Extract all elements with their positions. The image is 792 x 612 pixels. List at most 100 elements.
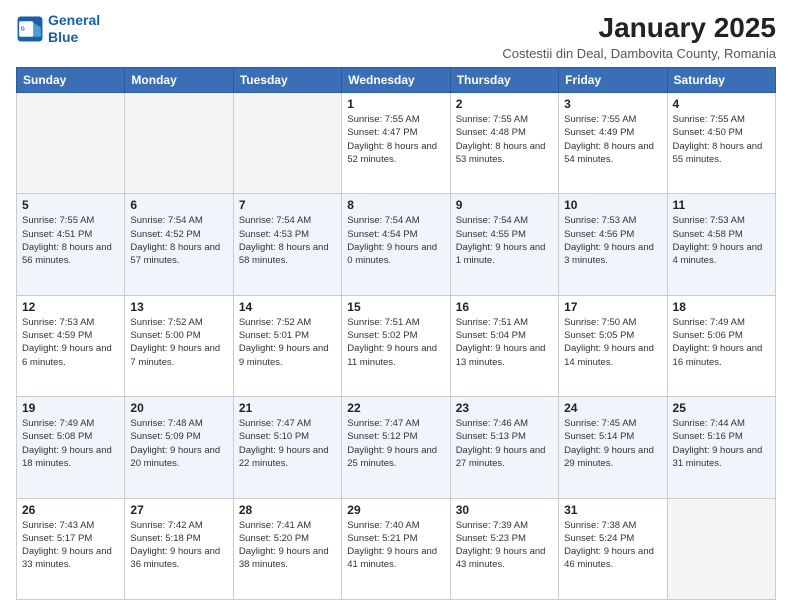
calendar-cell: 12 Sunrise: 7:53 AM Sunset: 4:59 PM Dayli… [17,295,125,396]
header: G General Blue January 2025 Costestii di… [16,12,776,61]
day-number: 18 [673,300,770,314]
day-info: Sunrise: 7:51 AM Sunset: 5:02 PM Dayligh… [347,316,444,369]
day-number: 8 [347,198,444,212]
day-info: Sunrise: 7:55 AM Sunset: 4:49 PM Dayligh… [564,113,661,166]
day-number: 14 [239,300,336,314]
calendar-cell: 14Sunrise: 7:52 AM Sunset: 5:01 PM Dayli… [233,295,341,396]
day-number: 1 [347,97,444,111]
logo-text: General Blue [48,12,100,46]
day-info: Sunrise: 7:49 AM Sunset: 5:06 PM Dayligh… [673,316,770,369]
calendar-cell: 9Sunrise: 7:54 AM Sunset: 4:55 PM Daylig… [450,194,558,295]
calendar-cell [233,93,341,194]
day-number: 20 [130,401,227,415]
day-number: 31 [564,503,661,517]
day-info: Sunrise: 7:51 AM Sunset: 5:04 PM Dayligh… [456,316,553,369]
calendar-cell: 2 Sunrise: 7:55 AM Sunset: 4:48 PM Daylig… [450,93,558,194]
calendar-cell: 18 Sunrise: 7:49 AM Sunset: 5:06 PM Dayli… [667,295,775,396]
weekday-header-saturday: Saturday [667,68,775,93]
calendar-cell [125,93,233,194]
calendar-cell: 31 Sunrise: 7:38 AM Sunset: 5:24 PM Dayli… [559,498,667,599]
day-info: Sunrise: 7:38 AM Sunset: 5:24 PM Dayligh… [564,519,661,572]
calendar-cell: 30 Sunrise: 7:39 AM Sunset: 5:23 PM Dayli… [450,498,558,599]
weekday-header-wednesday: Wednesday [342,68,450,93]
day-number: 12 [22,300,119,314]
calendar-cell: 22 Sunrise: 7:47 AM Sunset: 5:12 PM Dayli… [342,397,450,498]
day-info: Sunrise: 7:55 AM Sunset: 4:51 PM Dayligh… [22,214,119,267]
calendar-cell: 4 Sunrise: 7:55 AM Sunset: 4:50 PM Daylig… [667,93,775,194]
calendar-cell: 25 Sunrise: 7:44 AM Sunset: 5:16 PM Dayli… [667,397,775,498]
day-info: Sunrise: 7:55 AM Sunset: 4:47 PM Dayligh… [347,113,444,166]
calendar-cell: 23 Sunrise: 7:46 AM Sunset: 5:13 PM Dayli… [450,397,558,498]
day-info: Sunrise: 7:39 AM Sunset: 5:23 PM Dayligh… [456,519,553,572]
day-info: Sunrise: 7:55 AM Sunset: 4:50 PM Dayligh… [673,113,770,166]
calendar-title: January 2025 [502,12,776,44]
day-number: 22 [347,401,444,415]
day-number: 10 [564,198,661,212]
day-info: Sunrise: 7:53 AM Sunset: 4:58 PM Dayligh… [673,214,770,267]
weekday-header-thursday: Thursday [450,68,558,93]
calendar-cell: 10 Sunrise: 7:53 AM Sunset: 4:56 PM Dayli… [559,194,667,295]
day-number: 29 [347,503,444,517]
day-info: Sunrise: 7:44 AM Sunset: 5:16 PM Dayligh… [673,417,770,470]
day-info: Sunrise: 7:54 AM Sunset: 4:52 PM Dayligh… [130,214,227,267]
weekday-header-sunday: Sunday [17,68,125,93]
day-info: Sunrise: 7:53 AM Sunset: 4:56 PM Dayligh… [564,214,661,267]
day-info: Sunrise: 7:45 AM Sunset: 5:14 PM Dayligh… [564,417,661,470]
day-info: Sunrise: 7:54 AM Sunset: 4:54 PM Dayligh… [347,214,444,267]
title-section: January 2025 Costestii din Deal, Dambovi… [502,12,776,61]
day-number: 30 [456,503,553,517]
calendar-cell: 15 Sunrise: 7:51 AM Sunset: 5:02 PM Dayli… [342,295,450,396]
calendar-table: SundayMondayTuesdayWednesdayThursdayFrid… [16,67,776,600]
day-number: 26 [22,503,119,517]
day-number: 5 [22,198,119,212]
day-number: 6 [130,198,227,212]
calendar-cell: 28Sunrise: 7:41 AM Sunset: 5:20 PM Dayli… [233,498,341,599]
calendar-cell [17,93,125,194]
calendar-cell: 24 Sunrise: 7:45 AM Sunset: 5:14 PM Dayli… [559,397,667,498]
day-info: Sunrise: 7:48 AM Sunset: 5:09 PM Dayligh… [130,417,227,470]
day-number: 19 [22,401,119,415]
calendar-cell: 21 Sunrise: 7:47 AM Sunset: 5:10 PM Dayli… [233,397,341,498]
calendar-cell: 26Sunrise: 7:43 AM Sunset: 5:17 PM Dayli… [17,498,125,599]
day-number: 16 [456,300,553,314]
weekday-header-tuesday: Tuesday [233,68,341,93]
logo-icon: G [16,15,44,43]
day-info: Sunrise: 7:42 AM Sunset: 5:18 PM Dayligh… [130,519,227,572]
day-info: Sunrise: 7:54 AM Sunset: 4:55 PM Dayligh… [456,214,553,267]
day-info: Sunrise: 7:47 AM Sunset: 5:12 PM Dayligh… [347,417,444,470]
calendar-cell: 3 Sunrise: 7:55 AM Sunset: 4:49 PM Daylig… [559,93,667,194]
day-number: 21 [239,401,336,415]
day-info: Sunrise: 7:55 AM Sunset: 4:48 PM Dayligh… [456,113,553,166]
day-number: 24 [564,401,661,415]
calendar-cell: 5 Sunrise: 7:55 AM Sunset: 4:51 PM Daylig… [17,194,125,295]
day-number: 15 [347,300,444,314]
day-info: Sunrise: 7:54 AM Sunset: 4:53 PM Dayligh… [239,214,336,267]
calendar-cell: 7 Sunrise: 7:54 AM Sunset: 4:53 PM Daylig… [233,194,341,295]
day-info: Sunrise: 7:41 AM Sunset: 5:20 PM Dayligh… [239,519,336,572]
calendar-subtitle: Costestii din Deal, Dambovita County, Ro… [502,46,776,61]
calendar-cell: 16 Sunrise: 7:51 AM Sunset: 5:04 PM Dayli… [450,295,558,396]
logo: G General Blue [16,12,100,46]
day-number: 13 [130,300,227,314]
calendar-cell: 6 Sunrise: 7:54 AM Sunset: 4:52 PM Daylig… [125,194,233,295]
day-info: Sunrise: 7:46 AM Sunset: 5:13 PM Dayligh… [456,417,553,470]
calendar-cell: 27 Sunrise: 7:42 AM Sunset: 5:18 PM Dayli… [125,498,233,599]
calendar-cell: 29 Sunrise: 7:40 AM Sunset: 5:21 PM Dayli… [342,498,450,599]
day-number: 4 [673,97,770,111]
weekday-header-monday: Monday [125,68,233,93]
day-number: 23 [456,401,553,415]
day-info: Sunrise: 7:40 AM Sunset: 5:21 PM Dayligh… [347,519,444,572]
calendar-cell [667,498,775,599]
day-number: 27 [130,503,227,517]
day-number: 25 [673,401,770,415]
day-number: 2 [456,97,553,111]
calendar-cell: 11 Sunrise: 7:53 AM Sunset: 4:58 PM Dayli… [667,194,775,295]
day-number: 11 [673,198,770,212]
calendar-cell: 19Sunrise: 7:49 AM Sunset: 5:08 PM Dayli… [17,397,125,498]
calendar-cell: 1 Sunrise: 7:55 AM Sunset: 4:47 PM Daylig… [342,93,450,194]
day-number: 3 [564,97,661,111]
day-number: 7 [239,198,336,212]
day-info: Sunrise: 7:53 AM Sunset: 4:59 PM Dayligh… [22,316,119,369]
day-info: Sunrise: 7:47 AM Sunset: 5:10 PM Dayligh… [239,417,336,470]
day-info: Sunrise: 7:50 AM Sunset: 5:05 PM Dayligh… [564,316,661,369]
